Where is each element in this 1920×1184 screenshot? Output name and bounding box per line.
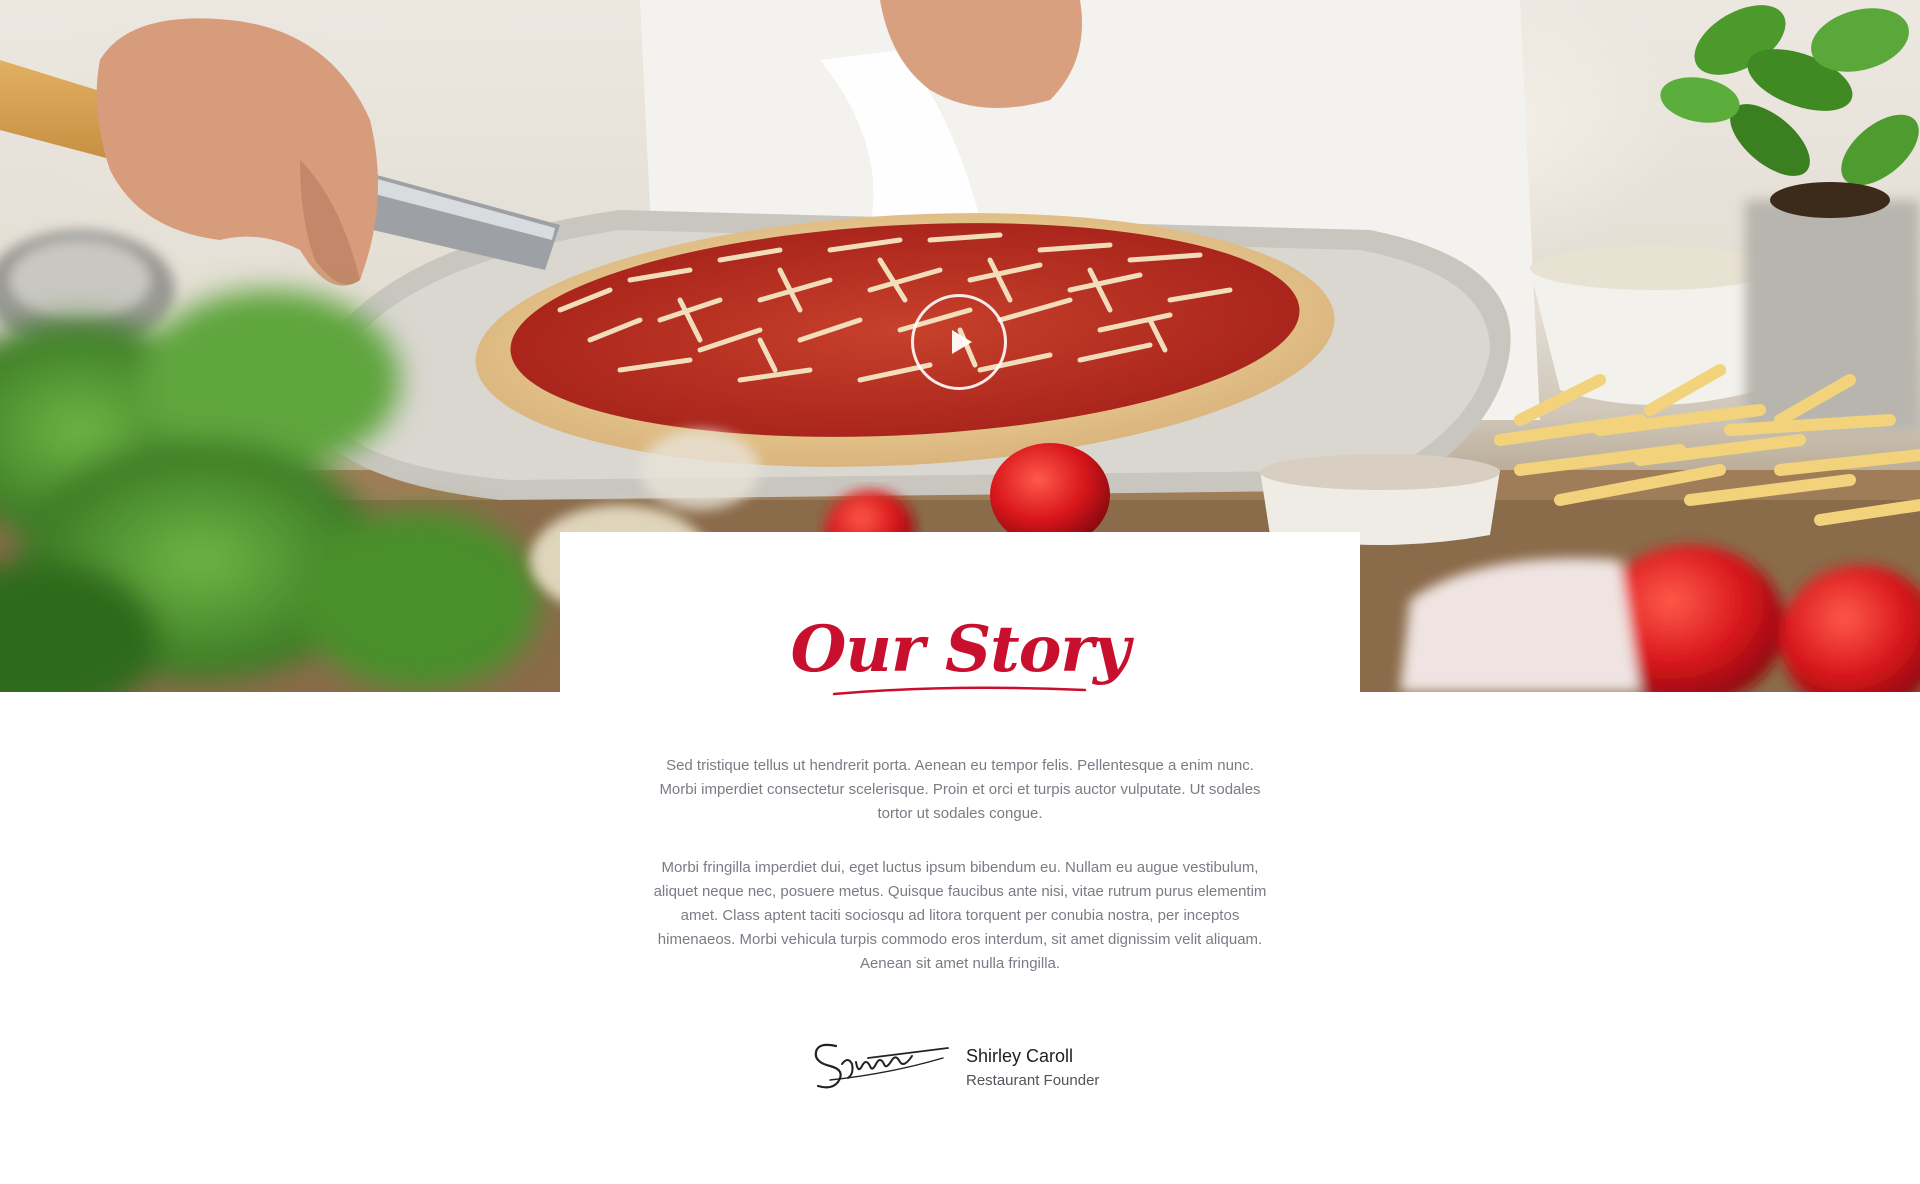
story-paragraph-1: Sed tristique tellus ut hendrerit porta.… bbox=[659, 757, 1261, 822]
signature-icon bbox=[814, 1043, 949, 1089]
founder-role: Restaurant Founder bbox=[966, 1072, 1100, 1089]
play-video-button[interactable] bbox=[911, 294, 1007, 390]
founder-name: Shirley Caroll bbox=[966, 1046, 1074, 1066]
play-icon bbox=[952, 330, 972, 354]
our-story-section: Our Story Sed tristique tellus ut hendre… bbox=[560, 532, 1360, 1184]
title-underline-swash bbox=[832, 686, 1087, 696]
story-paragraph-2: Morbi fringilla imperdiet dui, eget luct… bbox=[653, 859, 1267, 972]
